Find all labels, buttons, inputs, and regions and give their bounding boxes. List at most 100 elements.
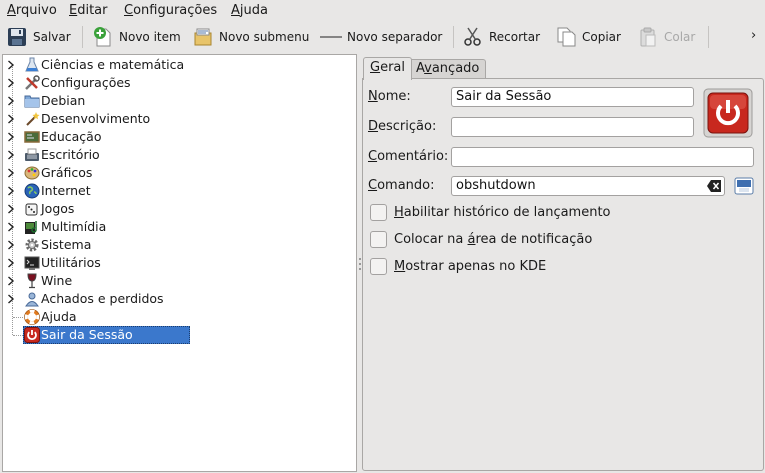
expand-arrow-icon[interactable] [7, 56, 17, 74]
checkbox-label-mnemonic: M [394, 259, 406, 274]
toolbar: Salvar Novo item Novo submenu Novo separ… [0, 22, 765, 52]
menubar: Arquivo Editar Configurações Ajuda [0, 0, 765, 22]
folder-icon [24, 93, 40, 109]
tab-avancado[interactable]: Avançado [409, 59, 487, 79]
menu-editar-mnemonic: E [69, 3, 78, 18]
expand-arrow-icon[interactable] [7, 110, 17, 128]
tree-item[interactable]: Debian [3, 92, 356, 110]
new-separator-button[interactable]: Novo separador [320, 22, 442, 52]
expand-arrow-icon[interactable] [7, 272, 17, 290]
clear-text-icon[interactable] [707, 180, 721, 192]
tab-avancado-label: ançado [431, 61, 480, 76]
menu-ajuda-mnemonic: A [231, 3, 240, 18]
browse-file-icon[interactable] [734, 176, 754, 196]
tree-item[interactable]: Ciências e matemática [3, 56, 356, 74]
command-label: Comando: [368, 178, 435, 193]
lost-found-icon [24, 291, 40, 307]
command-field[interactable]: obshutdown [451, 176, 725, 196]
wine-glass-icon [24, 273, 40, 289]
expand-arrow-icon[interactable] [7, 236, 17, 254]
save-button[interactable]: Salvar [6, 22, 71, 52]
new-submenu-label: Novo submenu [219, 30, 310, 44]
paste-icon [640, 27, 656, 47]
power-icon [24, 327, 40, 343]
tree-item[interactable]: Internet [3, 182, 356, 200]
copy-icon [557, 27, 576, 47]
tree-item[interactable]: Configurações [3, 74, 356, 92]
checkbox-box[interactable] [370, 231, 387, 248]
menu-tree[interactable]: Ciências e matemática Configurações Debi… [2, 54, 357, 472]
name-field[interactable]: Sair da Sessão [451, 87, 694, 107]
tree-item-label: Escritório [41, 147, 100, 162]
tree-item-label: Sistema [41, 237, 92, 252]
tab-avancado-mnemonic: v [424, 61, 432, 76]
command-label-mnemonic: C [368, 178, 378, 193]
tab-geral[interactable]: Geral [363, 57, 412, 80]
new-item-button[interactable]: Novo item [92, 22, 181, 52]
copy-button[interactable]: Copiar [555, 22, 621, 52]
name-label: Nome: [368, 89, 411, 104]
expand-arrow-icon[interactable] [7, 128, 17, 146]
tree-item-label: Achados e perdidos [41, 291, 164, 306]
save-icon [8, 28, 26, 46]
flask-icon [24, 57, 40, 73]
splitter-handle[interactable] [359, 258, 361, 270]
checkbox-label-text: rea de notificação [475, 232, 593, 247]
tree-item[interactable]: Escritório [3, 146, 356, 164]
tree-item[interactable]: Sistema [3, 236, 356, 254]
tree-item-label: Sair da Sessão [41, 327, 133, 342]
tree-item[interactable]: Ajuda [3, 308, 356, 326]
comment-field[interactable] [451, 147, 754, 167]
checkbox-label-mnemonic: á [467, 232, 476, 247]
tree-item[interactable]: Utilitários [3, 254, 356, 272]
new-submenu-button[interactable]: Novo submenu [192, 22, 309, 52]
system-tray-label: Colocar na área de notificação [394, 232, 592, 247]
menu-configuracoes[interactable]: Configurações [124, 3, 217, 19]
checkbox-box[interactable] [370, 204, 387, 221]
checkbox-label-text: ostrar apenas no KDE [405, 259, 547, 274]
tree-item[interactable]: Gráficos [3, 164, 356, 182]
menu-arquivo-label: rquivo [15, 3, 57, 18]
icon-select-button[interactable] [703, 88, 753, 138]
menu-ajuda[interactable]: Ajuda [231, 3, 268, 19]
menu-editar[interactable]: Editar [69, 3, 108, 19]
toolbar-overflow-button[interactable]: › [751, 28, 756, 43]
menu-editar-label: ditar [77, 3, 108, 18]
menu-arquivo[interactable]: Arquivo [7, 3, 57, 19]
tree-item[interactable]: Multimídia [3, 218, 356, 236]
tree-item-label: Multimídia [41, 219, 107, 234]
tree-item[interactable]: Wine [3, 272, 356, 290]
tree-item[interactable]: Achados e perdidos [3, 290, 356, 308]
expand-arrow-icon[interactable] [7, 74, 17, 92]
expand-arrow-icon[interactable] [7, 254, 17, 272]
tools-icon [24, 75, 40, 91]
tree-item[interactable]: Educação [3, 128, 356, 146]
checkbox-box[interactable] [370, 258, 387, 275]
tree-item[interactable]: Desenvolvimento [3, 110, 356, 128]
expand-arrow-icon[interactable] [7, 92, 17, 110]
paste-button[interactable]: Colar [637, 22, 695, 52]
palette-icon [24, 165, 40, 181]
system-tray-checkbox[interactable]: Colocar na área de notificação [370, 231, 592, 248]
expand-arrow-icon[interactable] [7, 290, 17, 308]
tree-item-label: Desenvolvimento [41, 111, 151, 126]
expand-arrow-icon[interactable] [7, 146, 17, 164]
expand-arrow-icon[interactable] [7, 200, 17, 218]
launch-feedback-checkbox[interactable]: Habilitar histórico de lançamento [370, 204, 611, 221]
checkbox-label-text: abilitar histórico de lançamento [403, 205, 611, 220]
checkbox-label-prefix: Colocar na [394, 232, 468, 247]
tree-item-label: Jogos [41, 201, 75, 216]
media-icon [24, 219, 40, 235]
expand-arrow-icon[interactable] [7, 164, 17, 182]
cut-button[interactable]: Recortar [462, 22, 540, 52]
description-label: Descrição: [368, 119, 436, 134]
tree-item-selected[interactable]: Sair da Sessão [3, 326, 356, 344]
dice-icon [24, 201, 40, 217]
kde-only-checkbox[interactable]: Mostrar apenas no KDE [370, 258, 546, 275]
description-field[interactable] [451, 117, 694, 137]
tab-avancado-prefix: A [416, 61, 425, 76]
expand-arrow-icon[interactable] [7, 182, 17, 200]
expand-arrow-icon[interactable] [7, 218, 17, 236]
tree-item-label: Utilitários [41, 255, 101, 270]
tree-item[interactable]: Jogos [3, 200, 356, 218]
